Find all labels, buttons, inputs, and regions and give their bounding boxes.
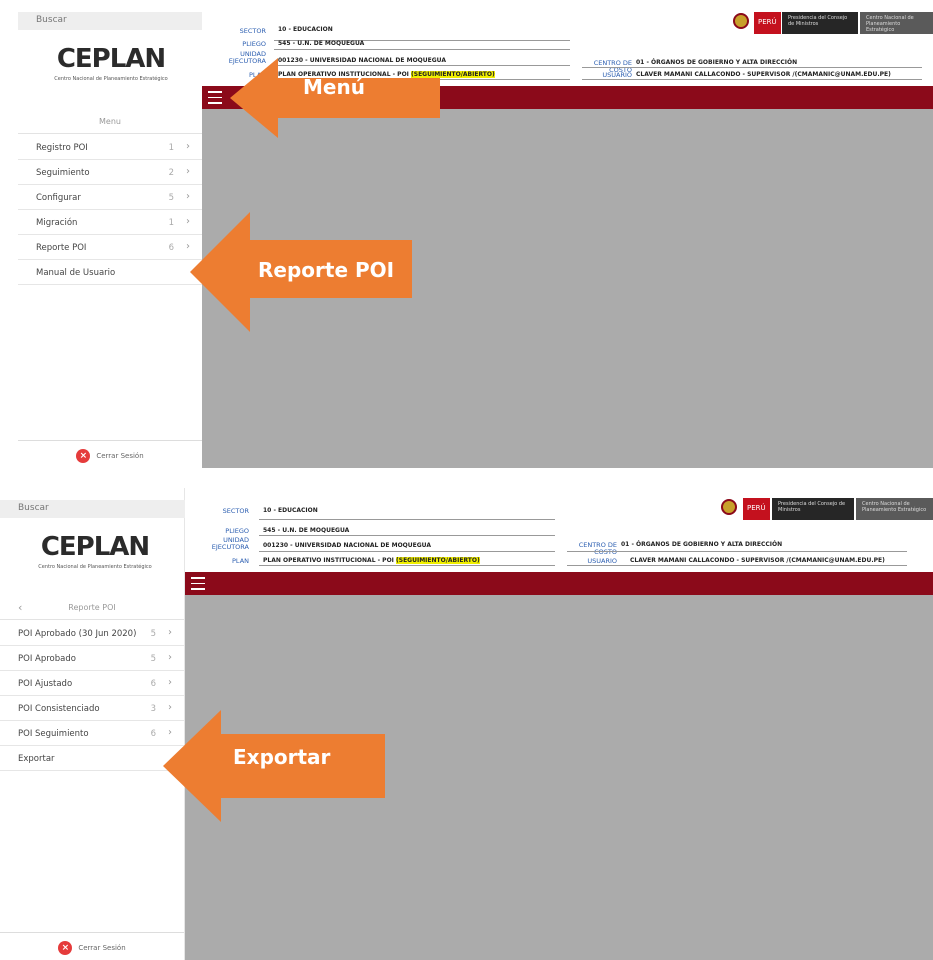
menu-item-poi-ajustado[interactable]: POI Ajustado 6 › [0,671,184,696]
menu-item-poi-consistenciado[interactable]: POI Consistenciado 3 › [0,696,184,721]
plan-value: PLAN OPERATIVO INSTITUCIONAL - POI (SEGU… [263,557,480,564]
logo-word: CEPLAN [56,44,166,74]
pliego-label: PLIEGO [242,40,266,48]
usuario-value: CLAVER MAMANI CALLACONDO - SUPERVISOR /(… [636,71,891,78]
pcm-badge: Presidencia del Consejo de Ministros [772,498,854,520]
chevron-right-icon: › [186,141,190,152]
search-input[interactable]: Buscar [18,12,202,30]
menu-item-migracion[interactable]: Migración 1 › [18,210,202,235]
menu-item-configurar[interactable]: Configurar 5 › [18,185,202,210]
chevron-right-icon: › [168,652,172,663]
pliego-label: PLIEGO [225,527,249,535]
peru-badge: PERÚ [743,498,770,520]
usuario-value: CLAVER MAMANI CALLACONDO - SUPERVISOR /(… [630,557,885,564]
chevron-right-icon: › [168,627,172,638]
chevron-right-icon: › [168,677,172,688]
sidebar: Buscar CEPLAN Centro Nacional de Planeam… [0,488,185,960]
menu-item-poi-aprobado-jun2020[interactable]: POI Aprobado (30 Jun 2020) 5 › [0,621,184,646]
costo-value: 01 - ÓRGANOS DE GOBIERNO Y ALTA DIRECCIÓ… [621,541,783,548]
arrow-reporte-text: Reporte POI [258,258,395,282]
sector-value: 10 - EDUCACION [278,26,333,33]
peru-shield-icon [733,13,749,29]
sector-label: SECTOR [239,27,266,35]
info-header: SECTOR 10 - EDUCACION PLIEGO 545 - U.N. … [185,488,933,572]
submenu-title[interactable]: ‹ Reporte POI [0,596,184,620]
peru-badge: PERÚ [754,12,781,34]
usuario-label: USUARIO [602,71,632,79]
logo-subtitle: Centro Nacional de Planeamiento Estratég… [38,564,152,570]
pcm-badge: Presidencia del Consejo de Ministros [782,12,858,34]
close-circle-icon: × [76,449,91,463]
ceplan-badge: Centro Nacional de Planeamiento Estratég… [856,498,933,520]
sidebar: Buscar CEPLAN Centro Nacional de Planeam… [18,0,202,468]
ceplan-badge: Centro Nacional de Planeamiento Estratég… [860,12,933,34]
top-nav-bar [185,572,933,595]
plan-status: (SEGUIMIENTO/ABIERTO) [396,557,480,564]
search-input[interactable]: Buscar [0,500,185,518]
screenshot-panel-menu: SECTOR 10 - EDUCACION PLIEGO 545 - U.N. … [18,0,933,468]
ceplan-logo: CEPLAN Centro Nacional de Planeamiento E… [26,44,196,82]
hamburger-menu-icon[interactable] [208,91,222,108]
pliego-value: 545 - U.N. DE MOQUEGUA [278,40,365,47]
logo-word: CEPLAN [40,532,150,562]
arrow-exportar-text: Exportar [233,745,331,769]
hamburger-menu-icon[interactable] [191,577,205,594]
unidad-label: UNIDAD EJECUTORA [211,536,249,551]
chevron-right-icon: › [186,191,190,202]
menu-item-reporte-poi[interactable]: Reporte POI 6 › [18,235,202,260]
logout-button[interactable]: × Cerrar Sesión [0,932,184,960]
unidad-value: 001230 - UNIVERSIDAD NACIONAL DE MOQUEGU… [263,542,431,549]
usuario-label: USUARIO [587,557,617,565]
sector-value: 10 - EDUCACION [263,507,318,514]
costo-label: CENTRO DE COSTO [578,541,617,556]
plan-label: PLAN [232,557,249,565]
logo-subtitle: Centro Nacional de Planeamiento Estratég… [54,76,168,82]
costo-value: 01 - ÓRGANOS DE GOBIERNO Y ALTA DIRECCIÓ… [636,59,798,66]
chevron-left-icon[interactable]: ‹ [18,601,22,614]
screenshot-panel-reporte: SECTOR 10 - EDUCACION PLIEGO 545 - U.N. … [0,488,933,960]
close-circle-icon: × [58,941,73,955]
menu-item-seguimiento[interactable]: Seguimiento 2 › [18,160,202,185]
logout-button[interactable]: × Cerrar Sesión [18,440,202,468]
pliego-value: 545 - U.N. DE MOQUEGUA [263,527,350,534]
menu-item-poi-seguimiento[interactable]: POI Seguimiento 6 › [0,721,184,746]
peru-shield-icon [721,499,737,515]
chevron-right-icon: › [186,166,190,177]
sector-label: SECTOR [222,507,249,515]
ceplan-logo: CEPLAN Centro Nacional de Planeamiento E… [10,532,180,570]
menu-item-exportar[interactable]: Exportar [0,746,184,771]
arrow-menu-text: Menú [303,75,365,99]
menu-item-manual-usuario[interactable]: Manual de Usuario [18,260,202,285]
menu-item-poi-aprobado[interactable]: POI Aprobado 5 › [0,646,184,671]
menu-item-registro-poi[interactable]: Registro POI 1 › [18,135,202,160]
menu-title: Menu [18,110,202,134]
